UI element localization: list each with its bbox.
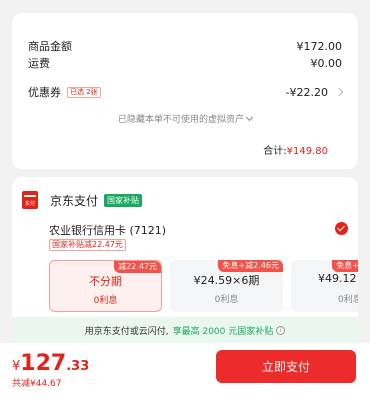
pay-amount: ¥127.33 [12, 351, 89, 376]
plan-discount-tag: 减22.47元 [114, 261, 161, 273]
info-icon[interactable]: i [276, 325, 286, 335]
plan-option-12-periods[interactable]: 免息+减 ¥49.12× 0利息 [291, 260, 358, 312]
gov-subsidy-badge: 国家补贴 [104, 193, 143, 207]
chevron-right-icon[interactable] [334, 87, 344, 97]
total-saved: 共减¥44.67 [12, 379, 62, 389]
plan-title: 不分期 [89, 275, 122, 288]
shipping-value: ¥0.00 [310, 56, 343, 70]
plan-option-no-installment[interactable]: 减22.47元 不分期 0利息 [49, 260, 162, 312]
banner-highlight: 享最高 2000 元国家补贴 [172, 326, 274, 337]
subsidy-banner[interactable]: 用京东支付或云闪付, 享最高 2000 元国家补贴 i [12, 317, 358, 343]
plan-title: ¥24.59×6期 [193, 274, 260, 287]
hidden-assets-text: 已隐藏本单不可使用的虚拟资产 [117, 115, 244, 125]
logo-text: 东付 [24, 201, 35, 207]
plan-discount-tag: 免息+减 [332, 260, 358, 272]
total-label: 合计: [263, 146, 287, 157]
logo-stripe [24, 195, 36, 197]
banner-text: 用京东支付或云闪付, [84, 326, 169, 337]
plan-discount-tag: 免息+减2.46元 [218, 260, 283, 272]
coupon-label-group: 优惠券 已选 2张 [28, 84, 101, 100]
jd-pay-logo-icon: 东付 [22, 191, 38, 209]
plan-option-6-periods[interactable]: 免息+减2.46元 ¥24.59×6期 0利息 [170, 260, 283, 312]
installment-plans: 减22.47元 不分期 0利息 免息+减2.46元 ¥24.59×6期 0利息 … [49, 260, 358, 312]
goods-amount-row: 商品金额 ¥172.00 [28, 38, 342, 54]
bank-card-name[interactable]: 农业银行信用卡 (7121) [49, 222, 166, 238]
pay-now-button[interactable]: 立即支付 [216, 350, 356, 383]
goods-amount-value: ¥172.00 [296, 39, 343, 53]
chevron-down-icon [245, 113, 254, 122]
coupon-value-group[interactable]: -¥22.20 [285, 85, 344, 99]
bank-subsidy-tag: 国家补贴减22.47元 [49, 239, 126, 251]
price-integer: 127 [20, 351, 67, 376]
payment-method-header: 东付 京东支付 国家补贴 [22, 191, 143, 209]
payment-method-title: 京东支付 [50, 193, 99, 208]
shipping-row: 运费 ¥0.00 [28, 55, 342, 71]
total-row: 合计:¥149.80 [263, 142, 328, 157]
plan-interest: 0利息 [338, 295, 358, 305]
plan-interest: 0利息 [93, 296, 118, 306]
hidden-assets-toggle[interactable]: 已隐藏本单不可使用的虚拟资产 [12, 112, 358, 125]
coupon-count-badge: 已选 2张 [67, 86, 101, 98]
order-summary-card: 商品金额 ¥172.00 运费 ¥0.00 优惠券 已选 2张 -¥22.20 已… [12, 13, 358, 169]
coupon-label: 优惠券 [28, 86, 61, 99]
plan-title: ¥49.12× [318, 272, 358, 285]
checkout-footer: ¥127.33 共减¥44.67 立即支付 [0, 343, 370, 403]
coupon-row[interactable]: 优惠券 已选 2张 -¥22.20 [28, 84, 344, 100]
coupon-value: -¥22.20 [285, 85, 328, 99]
total-value: ¥149.80 [286, 146, 328, 157]
goods-amount-label: 商品金额 [28, 40, 72, 53]
check-icon[interactable] [335, 222, 348, 235]
plan-interest: 0利息 [214, 295, 239, 305]
price-decimal: .33 [66, 359, 90, 374]
shipping-label: 运费 [28, 57, 50, 70]
